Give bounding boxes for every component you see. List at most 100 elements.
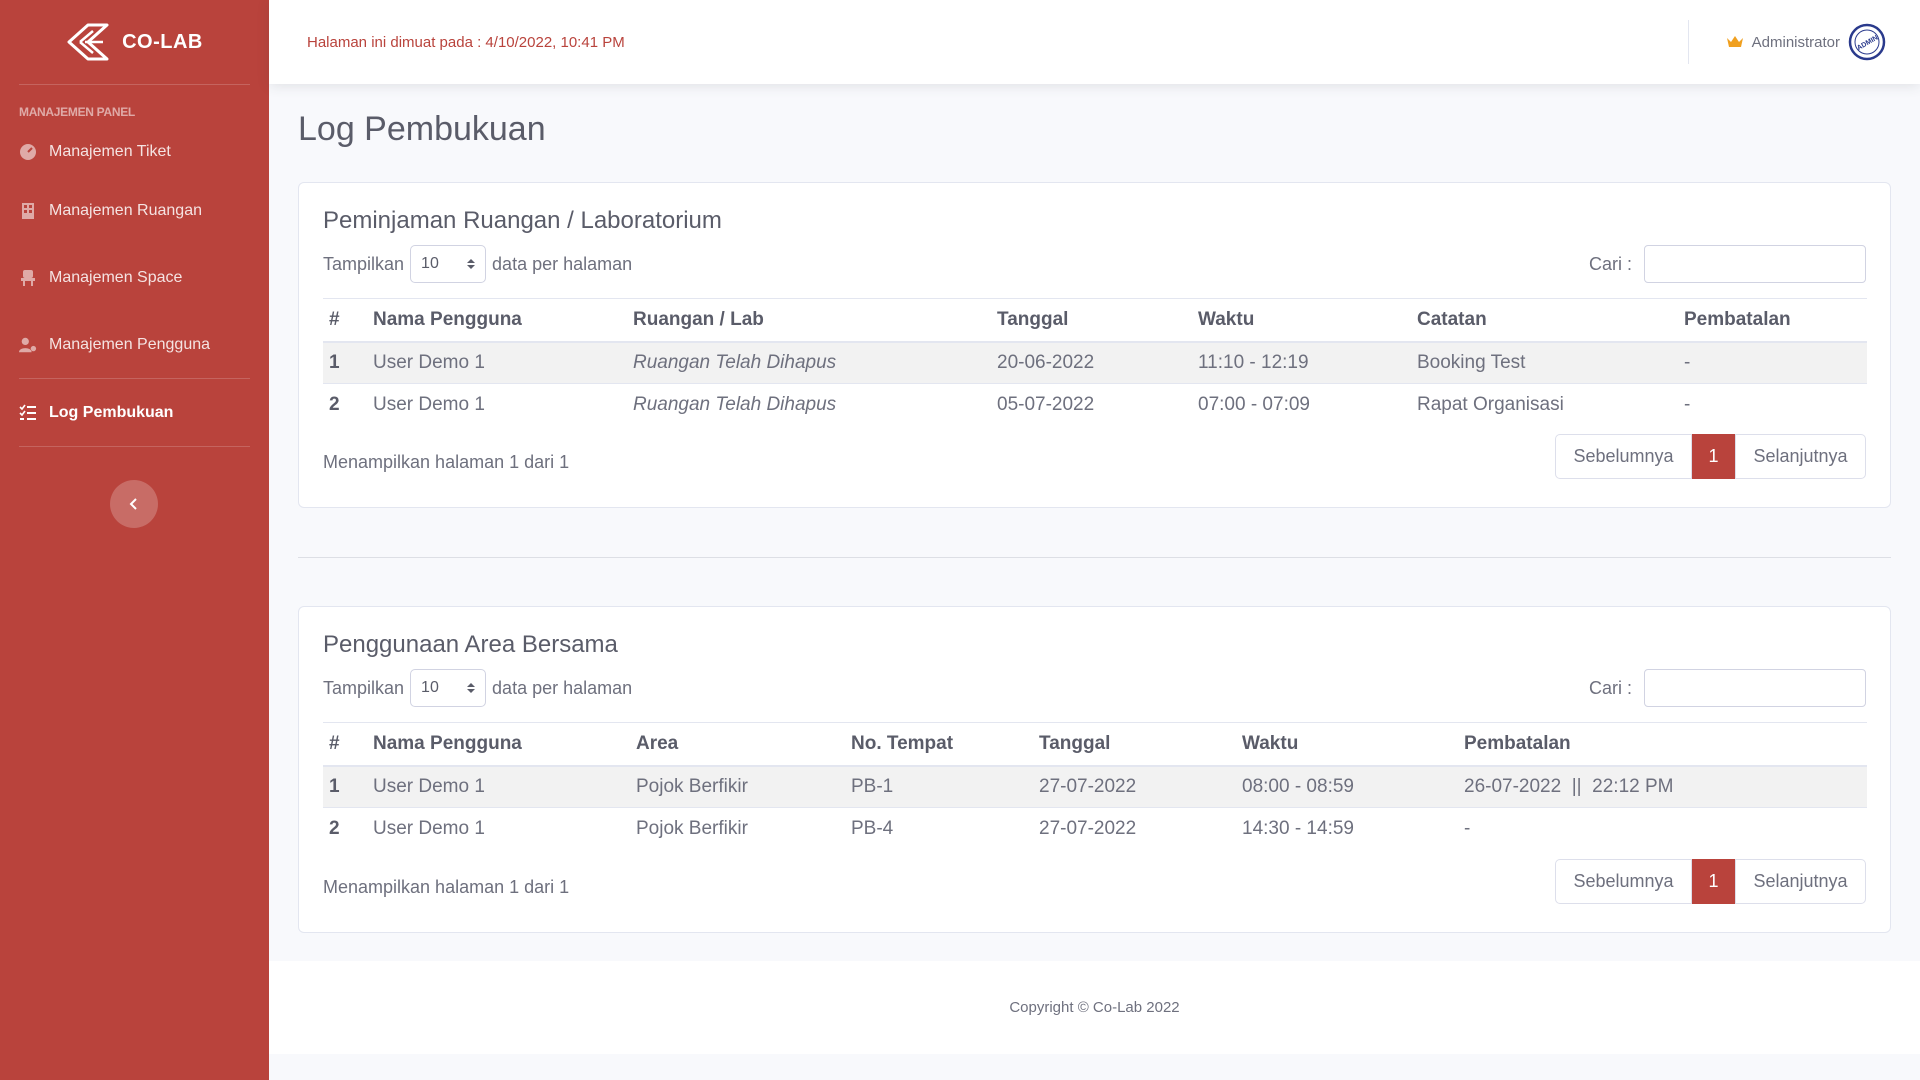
table-row: 1 User Demo 1 Pojok Berfikir PB-1 27-07-… <box>323 765 1867 808</box>
user-cog-icon <box>19 337 37 352</box>
crown-icon <box>1726 36 1743 47</box>
user-menu[interactable]: Administrator ADMIN <box>1726 23 1886 61</box>
note-cell: Booking Test <box>1411 341 1678 384</box>
area-cell: Pojok Berfikir <box>630 765 845 808</box>
select-arrows-icon <box>467 683 476 693</box>
page-length-control: Tampilkan 10 data per halaman <box>323 245 632 283</box>
select-arrows-icon <box>467 259 476 269</box>
sidebar-item-manajemen-space[interactable]: Manajemen Space <box>0 244 269 311</box>
user-name: Administrator <box>1751 33 1840 51</box>
room-cell: Ruangan Telah Dihapus <box>627 341 991 384</box>
time-cell: 08:00 - 08:59 <box>1236 765 1458 808</box>
table-row: 2 User Demo 1 Pojok Berfikir PB-4 27-07-… <box>323 807 1867 850</box>
cancellation-cell: - <box>1678 341 1867 384</box>
table-row: 1 User Demo 1 Ruangan Telah Dihapus 20-0… <box>323 341 1867 384</box>
date-cell: 27-07-2022 <box>1033 807 1236 850</box>
page-loaded-timestamp: Halaman ini dimuat pada : 4/10/2022, 10:… <box>307 34 625 51</box>
card-title: Peminjaman Ruangan / Laboratorium <box>323 207 722 234</box>
cancellation-cell: - <box>1678 383 1867 426</box>
shared-area-table: # Nama Pengguna Area No. Tempat Tanggal … <box>323 722 1867 850</box>
length-prefix: Tampilkan <box>323 677 405 698</box>
card-title: Penggunaan Area Bersama <box>323 631 618 658</box>
avatar: ADMIN <box>1848 23 1886 61</box>
date-cell: 27-07-2022 <box>1033 765 1236 808</box>
sidebar-item-manajemen-ruangan[interactable]: Manajemen Ruangan <box>0 177 269 244</box>
building-icon <box>22 202 34 219</box>
column-header[interactable]: # <box>323 298 367 343</box>
length-suffix: data per halaman <box>492 677 633 698</box>
shared-area-card: Penggunaan Area Bersama Tampilkan 10 dat… <box>298 606 1891 933</box>
search-label: Cari : <box>1588 253 1632 274</box>
next-page-button[interactable]: Selanjutnya <box>1735 859 1866 904</box>
sidebar-toggle-button[interactable] <box>110 480 158 528</box>
column-header[interactable]: Ruangan / Lab <box>627 298 991 343</box>
chair-icon <box>21 269 35 286</box>
table-header-row: # Nama Pengguna Area No. Tempat Tanggal … <box>323 722 1867 767</box>
row-number: 2 <box>323 807 367 850</box>
page-button-1[interactable]: 1 <box>1692 859 1735 904</box>
search-input[interactable] <box>1644 669 1866 707</box>
cancellation-cell: 26-07-2022 || 22:12 PM <box>1458 765 1867 808</box>
room-cell: Ruangan Telah Dihapus <box>627 383 991 426</box>
brand[interactable]: CO-LAB <box>0 0 269 84</box>
column-header[interactable]: Pembatalan <box>1458 722 1867 767</box>
topbar: Halaman ini dimuat pada : 4/10/2022, 10:… <box>269 0 1920 84</box>
note-cell: Rapat Organisasi <box>1411 383 1678 426</box>
user-name-cell: User Demo 1 <box>367 383 627 426</box>
column-header[interactable]: Nama Pengguna <box>367 298 627 343</box>
user-name-cell: User Demo 1 <box>367 765 630 808</box>
sidebar-item-manajemen-pengguna[interactable]: Manajemen Pengguna <box>0 311 269 378</box>
page-length-value: 10 <box>421 255 439 272</box>
table-info: Menampilkan halaman 1 dari 1 <box>323 877 570 897</box>
user-name-cell: User Demo 1 <box>367 807 630 850</box>
date-cell: 20-06-2022 <box>991 341 1192 384</box>
page-length-control: Tampilkan 10 data per halaman <box>323 669 632 707</box>
sidebar-item-label: Manajemen Pengguna <box>49 335 211 353</box>
previous-page-button[interactable]: Sebelumnya <box>1555 859 1692 904</box>
sidebar-item-label: Manajemen Ruangan <box>49 201 202 219</box>
page-button-1[interactable]: 1 <box>1692 434 1735 479</box>
brand-name: CO-LAB <box>122 30 203 53</box>
table-row: 2 User Demo 1 Ruangan Telah Dihapus 05-0… <box>323 383 1867 426</box>
sidebar-item-label: Log Pembukuan <box>49 403 174 421</box>
length-prefix: Tampilkan <box>323 253 405 274</box>
column-header[interactable]: Tanggal <box>991 298 1192 343</box>
column-header[interactable]: # <box>323 722 367 767</box>
footer: Copyright © Co-Lab 2022 <box>269 961 1920 1054</box>
column-header[interactable]: No. Tempat <box>845 722 1033 767</box>
sidebar-heading: MANAJEMEN PANEL <box>19 105 135 119</box>
chevron-left-icon <box>129 498 137 510</box>
column-header[interactable]: Area <box>630 722 845 767</box>
column-header[interactable]: Waktu <box>1192 298 1411 343</box>
column-header[interactable]: Tanggal <box>1033 722 1236 767</box>
sidebar-item-label: Manajemen Space <box>49 268 183 286</box>
area-cell: Pojok Berfikir <box>630 807 845 850</box>
search-label: Cari : <box>1588 677 1632 698</box>
previous-page-button[interactable]: Sebelumnya <box>1555 434 1692 479</box>
pagination: Sebelumnya 1 Selanjutnya <box>1555 859 1866 904</box>
sidebar: CO-LAB MANAJEMEN PANEL Manajemen Tiket M… <box>0 0 269 1080</box>
column-header[interactable]: Nama Pengguna <box>367 722 630 767</box>
length-suffix: data per halaman <box>492 253 633 274</box>
time-cell: 07:00 - 07:09 <box>1192 383 1411 426</box>
time-cell: 14:30 - 14:59 <box>1236 807 1458 850</box>
column-header[interactable]: Waktu <box>1236 722 1458 767</box>
search-control: Cari : <box>1589 245 1866 283</box>
seat-number-cell: PB-4 <box>845 807 1033 850</box>
dashboard-icon <box>20 144 36 160</box>
page-title: Log Pembukuan <box>298 110 546 148</box>
page-length-select[interactable]: 10 <box>410 669 487 707</box>
column-header[interactable]: Catatan <box>1411 298 1678 343</box>
row-number: 1 <box>323 765 367 808</box>
user-name-cell: User Demo 1 <box>367 341 627 384</box>
copyright-text: Copyright © Co-Lab 2022 <box>1009 999 1180 1016</box>
search-input[interactable] <box>1644 245 1866 283</box>
sidebar-item-log-pembukuan[interactable]: Log Pembukuan <box>0 379 269 446</box>
column-header[interactable]: Pembatalan <box>1678 298 1867 343</box>
seat-number-cell: PB-1 <box>845 765 1033 808</box>
sidebar-item-manajemen-tiket[interactable]: Manajemen Tiket <box>0 127 269 177</box>
page-length-select[interactable]: 10 <box>410 245 487 283</box>
topbar-divider <box>1688 20 1689 64</box>
sidebar-item-label: Manajemen Tiket <box>49 143 171 160</box>
next-page-button[interactable]: Selanjutnya <box>1735 434 1866 479</box>
